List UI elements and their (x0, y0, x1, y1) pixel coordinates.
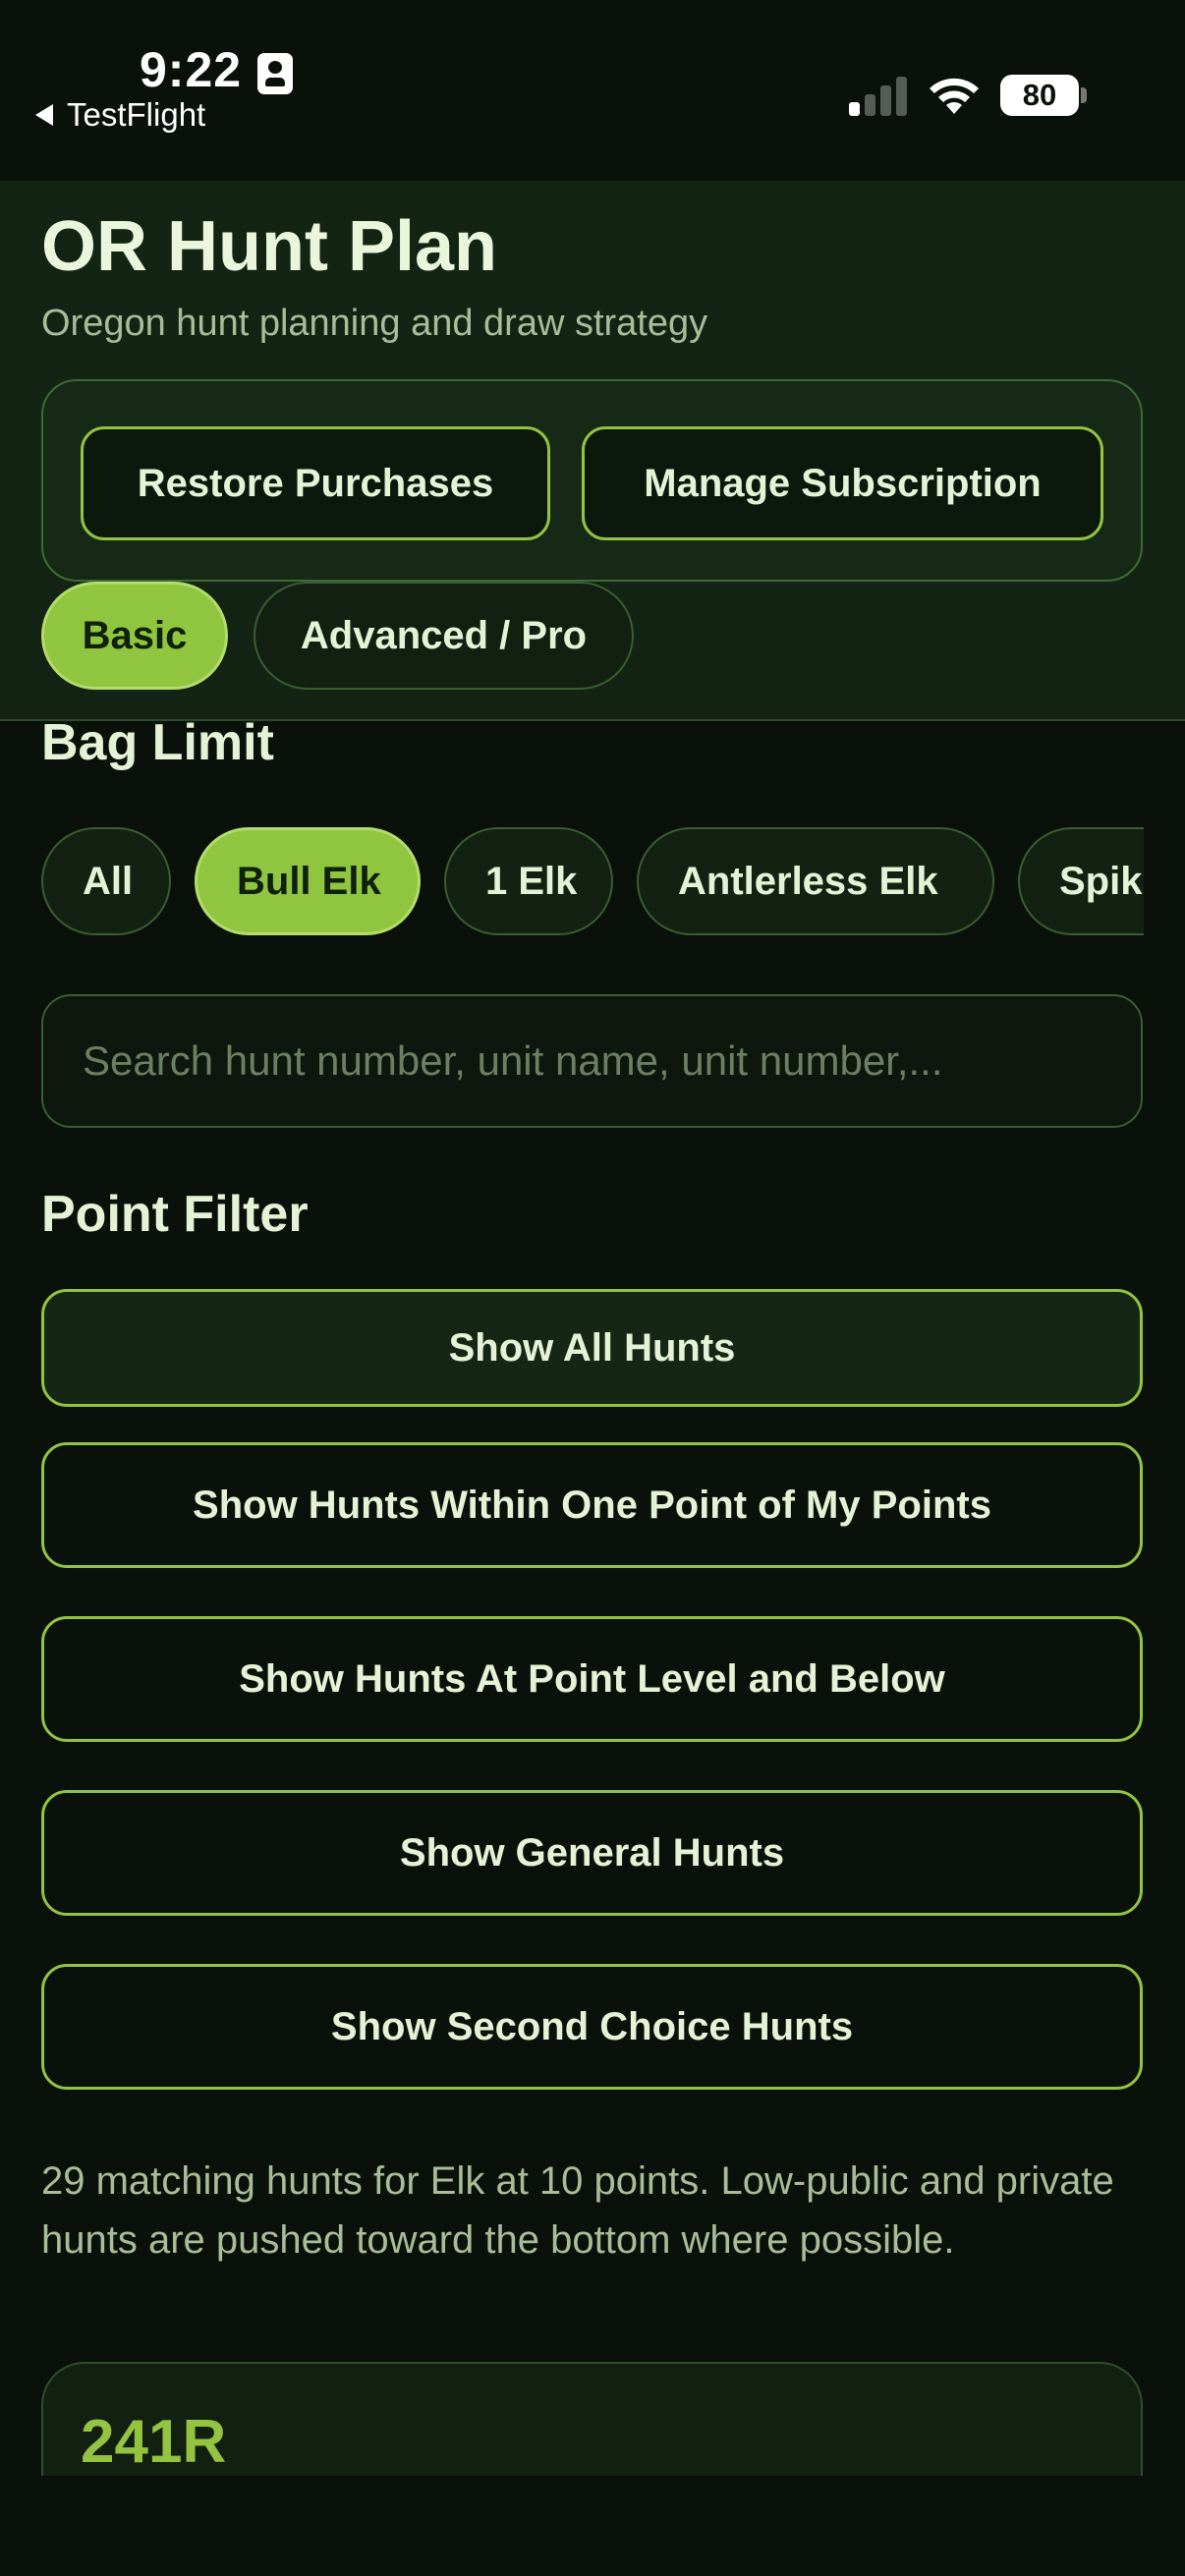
restore-purchases-button[interactable]: Restore Purchases (81, 426, 550, 540)
header-panel: OR Hunt Plan Oregon hunt planning and dr… (0, 181, 1185, 721)
hunt-code: 241R (81, 2408, 227, 2476)
filter-general-hunts-button[interactable]: Show General Hunts (41, 1790, 1143, 1916)
page-title: OR Hunt Plan (41, 207, 497, 286)
back-link-label: TestFlight (67, 96, 206, 133)
bag-limit-heading: Bag Limit (41, 714, 274, 771)
filter-second-choice-hunts-button[interactable]: Show Second Choice Hunts (41, 1964, 1143, 2090)
bag-limit-chip-spike[interactable]: Spik (1018, 827, 1144, 935)
back-caret-icon (35, 104, 53, 126)
mode-advanced-pro-toggle[interactable]: Advanced / Pro (254, 582, 634, 690)
point-filter-heading: Point Filter (41, 1186, 309, 1243)
id-card-icon (257, 53, 293, 94)
back-to-testflight-link[interactable]: TestFlight (35, 96, 205, 134)
bag-limit-chip-all[interactable]: All (41, 827, 171, 935)
search-field[interactable] (41, 994, 1143, 1128)
mode-basic-toggle[interactable]: Basic (41, 582, 228, 690)
battery-icon: 80 (1000, 75, 1079, 116)
bag-limit-chip-row[interactable]: All Bull Elk 1 Elk Antlerless Elk Spik (41, 827, 1144, 935)
page-subtitle: Oregon hunt planning and draw strategy (41, 303, 708, 344)
filter-within-one-point-button[interactable]: Show Hunts Within One Point of My Points (41, 1442, 1143, 1568)
filter-show-all-hunts-button[interactable]: Show All Hunts (41, 1289, 1143, 1407)
search-input[interactable] (83, 1037, 1104, 1085)
purchase-actions-box: Restore Purchases Manage Subscription (41, 379, 1143, 582)
bag-limit-chip-1-elk[interactable]: 1 Elk (444, 827, 613, 935)
wifi-icon (930, 78, 979, 114)
battery-nub (1081, 87, 1087, 103)
results-summary: 29 matching hunts for Elk at 10 points. … (41, 2159, 1114, 2262)
signal-icon (849, 75, 908, 116)
filter-at-point-level-and-below-button[interactable]: Show Hunts At Point Level and Below (41, 1616, 1143, 1742)
manage-subscription-button[interactable]: Manage Subscription (582, 426, 1103, 540)
bag-limit-chip-antlerless-elk[interactable]: Antlerless Elk (637, 827, 994, 935)
battery-level: 80 (1022, 78, 1057, 112)
bottom-safe-area (0, 2476, 1185, 2576)
status-bar: 9:22 TestFlight 80 (0, 0, 1185, 181)
bag-limit-chip-bull-elk[interactable]: Bull Elk (195, 827, 421, 935)
status-time: 9:22 (140, 42, 243, 97)
app-screen: 9:22 TestFlight 80 OR Hunt Plan Oregon h… (0, 0, 1185, 2576)
